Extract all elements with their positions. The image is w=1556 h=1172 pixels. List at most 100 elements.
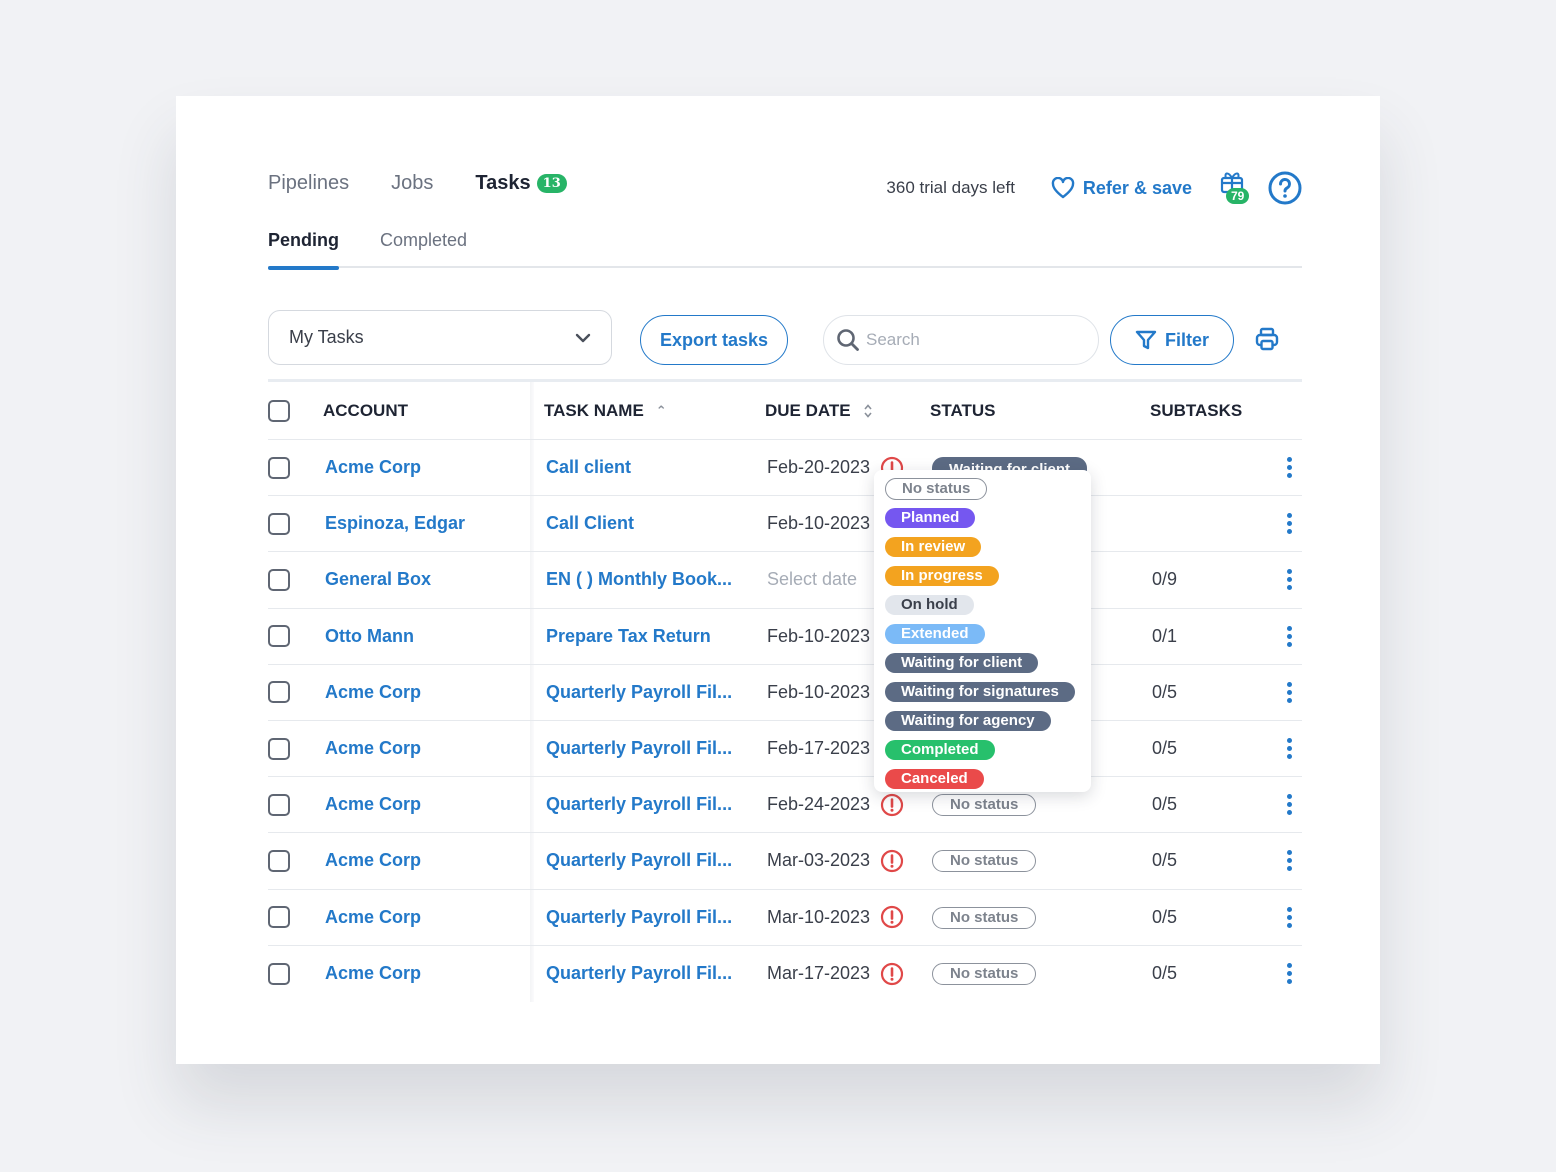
gift-button[interactable]: 79 <box>1220 170 1254 206</box>
account-link[interactable]: Espinoza, Edgar <box>325 513 465 534</box>
status-pill[interactable]: No status <box>932 794 1037 817</box>
task-name-link[interactable]: Quarterly Payroll Fil... <box>546 682 732 703</box>
status-option[interactable]: Waiting for client <box>885 648 1091 677</box>
task-name-link[interactable]: Quarterly Payroll Fil... <box>546 850 732 871</box>
account-link[interactable]: Acme Corp <box>325 907 421 928</box>
account-link[interactable]: Acme Corp <box>325 457 421 478</box>
row-menu-button[interactable] <box>1287 569 1292 591</box>
task-name-link[interactable]: EN ( ) Monthly Book... <box>546 569 732 590</box>
row-menu-button[interactable] <box>1287 513 1292 535</box>
tab-pipelines[interactable]: Pipelines <box>268 172 349 195</box>
due-date[interactable]: Feb-20-2023 <box>767 457 870 478</box>
subtab-completed[interactable]: Completed <box>380 228 467 268</box>
column-divider <box>530 552 534 608</box>
due-date[interactable]: Mar-10-2023 <box>767 907 870 928</box>
row-menu-button[interactable] <box>1287 681 1292 703</box>
account-link[interactable]: Acme Corp <box>325 794 421 815</box>
kebab-icon-dot <box>1287 641 1292 647</box>
row-menu-button[interactable] <box>1287 963 1292 985</box>
status-option[interactable]: Waiting for agency <box>885 706 1091 735</box>
due-date[interactable]: Feb-10-2023 <box>767 626 870 647</box>
row-checkbox[interactable] <box>268 793 290 816</box>
account-link[interactable]: Acme Corp <box>325 963 421 984</box>
status-option[interactable]: Canceled <box>885 764 1091 793</box>
subtasks-count: 0/9 <box>1152 569 1178 590</box>
row-menu-button[interactable] <box>1287 457 1292 479</box>
task-name-link[interactable]: Quarterly Payroll Fil... <box>546 907 732 928</box>
task-name-link[interactable]: Quarterly Payroll Fil... <box>546 794 732 815</box>
task-name-link[interactable]: Quarterly Payroll Fil... <box>546 738 732 759</box>
task-name-link[interactable]: Call Client <box>546 513 634 534</box>
table-row: Acme Corp Quarterly Payroll Fil... Mar-1… <box>268 945 1302 1002</box>
row-menu-button[interactable] <box>1287 738 1292 760</box>
status-pill[interactable]: No status <box>932 850 1037 873</box>
due-date[interactable]: Feb-10-2023 <box>767 682 870 703</box>
tab-tasks[interactable]: Tasks 13 <box>475 172 567 195</box>
header-due-date[interactable]: DUE DATE <box>765 401 873 421</box>
row-checkbox[interactable] <box>268 512 290 535</box>
status-option[interactable]: Completed <box>885 735 1091 764</box>
task-name-link[interactable]: Prepare Tax Return <box>546 626 711 647</box>
status-option[interactable]: On hold <box>885 590 1091 619</box>
select-date-placeholder[interactable]: Select date <box>767 569 857 590</box>
header-account[interactable]: ACCOUNT <box>323 401 408 421</box>
status-option[interactable]: In progress <box>885 561 1091 590</box>
row-checkbox[interactable] <box>268 625 290 648</box>
tab-jobs[interactable]: Jobs <box>391 172 433 195</box>
account-link[interactable]: Acme Corp <box>325 738 421 759</box>
filter-label: Filter <box>1164 329 1209 350</box>
subtasks-count: 0/5 <box>1152 794 1178 815</box>
subtab-pending[interactable]: Pending <box>268 228 339 270</box>
header-task-name[interactable]: TASK NAME ⌃ <box>544 401 667 421</box>
table-row: Acme Corp Quarterly Payroll Fil... Mar-0… <box>268 833 1302 890</box>
refer-save-link[interactable]: Refer & save <box>1051 177 1192 199</box>
print-icon[interactable] <box>1254 326 1280 352</box>
task-name-link[interactable]: Quarterly Payroll Fil... <box>546 963 732 984</box>
row-menu-button[interactable] <box>1287 625 1292 647</box>
status-option[interactable]: In review <box>885 532 1091 561</box>
row-checkbox[interactable] <box>268 962 290 985</box>
subtasks-count: 0/5 <box>1152 850 1178 871</box>
export-tasks-button[interactable]: Export tasks <box>640 315 788 365</box>
row-checkbox[interactable] <box>268 906 290 929</box>
row-checkbox[interactable] <box>268 456 290 479</box>
filter-button[interactable]: Filter <box>1110 315 1234 365</box>
status-option[interactable]: Extended <box>885 619 1091 648</box>
view-select[interactable]: My Tasks <box>268 310 612 365</box>
due-date[interactable]: Feb-24-2023 <box>767 794 870 815</box>
row-checkbox[interactable] <box>268 568 290 591</box>
due-date[interactable]: Feb-10-2023 <box>767 513 870 534</box>
due-date[interactable]: Mar-03-2023 <box>767 850 870 871</box>
row-checkbox[interactable] <box>268 737 290 760</box>
due-date[interactable]: Feb-17-2023 <box>767 738 870 759</box>
status-pill[interactable]: No status <box>932 963 1037 986</box>
row-menu-button[interactable] <box>1287 906 1292 928</box>
select-all-checkbox[interactable] <box>268 399 290 422</box>
row-checkbox[interactable] <box>268 681 290 704</box>
header-subtasks[interactable]: SUBTASKS <box>1150 401 1242 421</box>
kebab-icon-dot <box>1287 697 1292 703</box>
status-option[interactable]: Planned <box>885 503 1091 532</box>
account-link[interactable]: Otto Mann <box>325 626 414 647</box>
search-input[interactable] <box>866 330 1066 350</box>
status-pill[interactable]: No status <box>932 906 1037 929</box>
overdue-warning-icon <box>880 793 904 816</box>
row-status-pill-obscured[interactable]: Waiting for client <box>932 457 1087 471</box>
task-name-link[interactable]: Call client <box>546 457 631 478</box>
help-circle-icon[interactable] <box>1268 171 1302 205</box>
due-date[interactable]: Mar-17-2023 <box>767 963 870 984</box>
row-checkbox[interactable] <box>268 849 290 872</box>
subtasks-count: 0/5 <box>1152 906 1178 927</box>
row-menu-button[interactable] <box>1287 794 1292 816</box>
header-label: DUE DATE <box>765 400 851 420</box>
header-status[interactable]: STATUS <box>930 401 995 421</box>
status-option[interactable]: Waiting for signatures <box>885 677 1091 706</box>
status-option[interactable]: No status <box>885 474 1091 503</box>
account-link[interactable]: Acme Corp <box>325 850 421 871</box>
status-option-pill: Completed <box>885 739 995 760</box>
row-menu-button[interactable] <box>1287 850 1292 872</box>
account-link[interactable]: Acme Corp <box>325 682 421 703</box>
kebab-icon-dot <box>1287 802 1292 808</box>
account-link[interactable]: General Box <box>325 569 431 590</box>
subtabs: Pending Completed <box>268 228 1302 270</box>
